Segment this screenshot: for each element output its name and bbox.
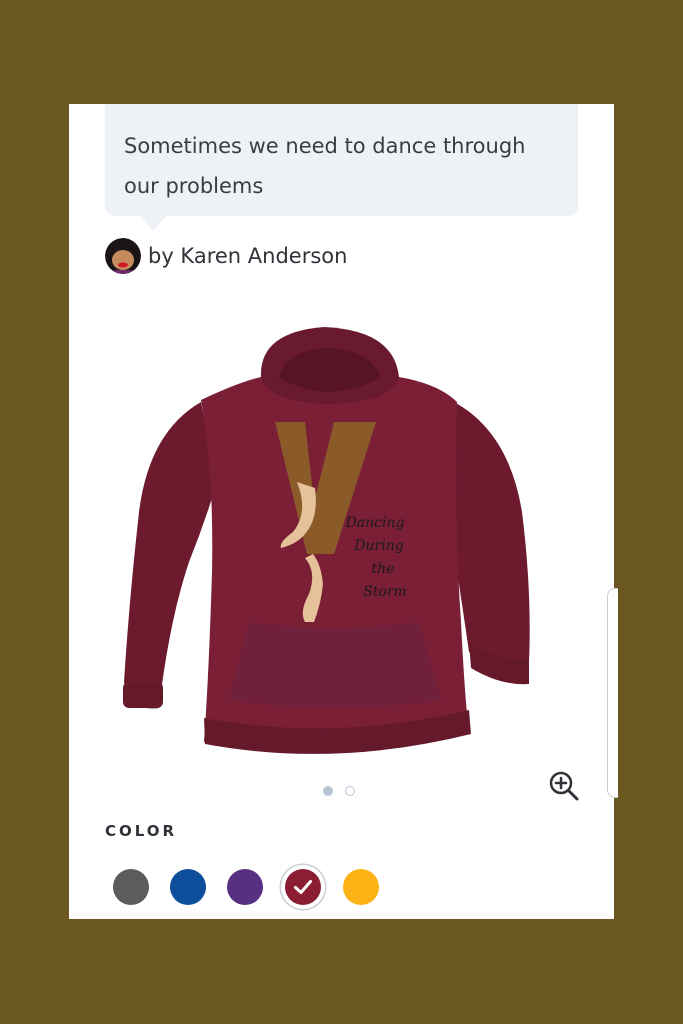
swatch-gold[interactable] [343,869,379,905]
author-row[interactable]: by Karen Anderson [105,236,347,276]
swatch-royal[interactable] [170,869,206,905]
print-line-1: Dancing [345,515,405,531]
swatch-maroon[interactable] [285,869,321,905]
product-card: Sometimes we need to dance through our p… [69,104,614,919]
description-text: Sometimes we need to dance through our p… [124,134,526,198]
pager-dot-active[interactable] [323,786,333,796]
check-icon [294,880,312,894]
side-panel-edge [607,588,618,798]
author-name[interactable]: by Karen Anderson [148,244,347,268]
swatch-purple[interactable] [227,869,263,905]
print-line-4: Storm [363,584,407,600]
color-label: COLOR [105,822,178,840]
swatch-gray[interactable] [113,869,149,905]
zoom-in-icon[interactable] [548,770,580,802]
pager-dot[interactable] [345,786,355,796]
product-image[interactable]: Dancing During the Storm [109,322,551,767]
gallery-pager [323,786,355,796]
avatar[interactable] [105,238,141,274]
bubble-tail [139,215,167,231]
description-bubble: Sometimes we need to dance through our p… [105,104,578,216]
print-line-3: the [372,561,395,577]
print-line-2: During [353,538,403,554]
